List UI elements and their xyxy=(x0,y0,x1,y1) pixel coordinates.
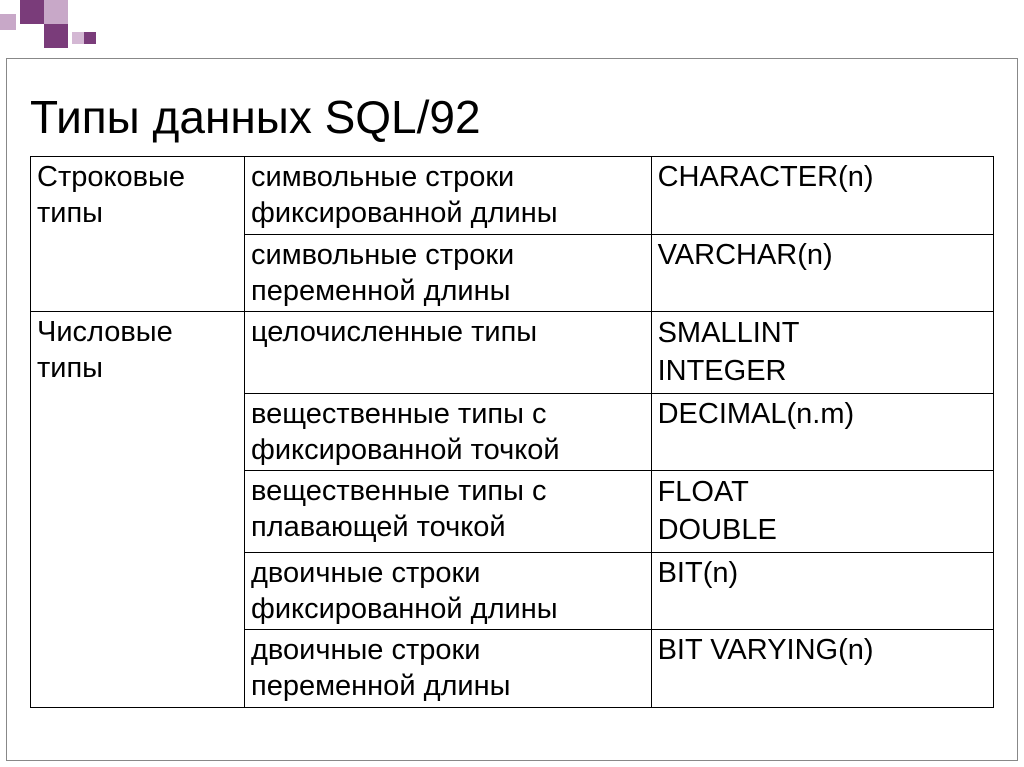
type-cell: SMALLINT INTEGER xyxy=(651,312,993,394)
table-row: Строковые типы символьные строки фиксиро… xyxy=(31,157,994,235)
slide-content: Типы данных SQL/92 Строковые типы символ… xyxy=(0,0,1024,708)
type-cell: VARCHAR(n) xyxy=(651,234,993,312)
description-cell: целочисленные типы xyxy=(245,312,652,394)
type-cell: BIT VARYING(n) xyxy=(651,630,993,708)
table-row: Числовые типы целочисленные типы SMALLIN… xyxy=(31,312,994,394)
description-cell: вещественные типы с фиксированной точкой xyxy=(245,393,652,471)
description-cell: символьные строки фиксированной длины xyxy=(245,157,652,235)
type-value: INTEGER xyxy=(658,352,987,390)
type-cell: DECIMAL(n.m) xyxy=(651,393,993,471)
type-value: DOUBLE xyxy=(658,511,987,549)
type-cell: FLOAT DOUBLE xyxy=(651,471,993,553)
type-value: FLOAT xyxy=(658,473,987,511)
category-cell: Числовые типы xyxy=(31,312,245,708)
description-cell: вещественные типы с плавающей точкой xyxy=(245,471,652,553)
description-cell: двоичные строки фиксированной длины xyxy=(245,552,652,630)
category-cell: Строковые типы xyxy=(31,157,245,312)
description-cell: двоичные строки переменной длины xyxy=(245,630,652,708)
type-value: SMALLINT xyxy=(658,314,987,352)
type-cell: CHARACTER(n) xyxy=(651,157,993,235)
type-cell: BIT(n) xyxy=(651,552,993,630)
description-cell: символьные строки переменной длины xyxy=(245,234,652,312)
data-types-table: Строковые типы символьные строки фиксиро… xyxy=(30,156,994,708)
slide-title: Типы данных SQL/92 xyxy=(30,90,994,144)
